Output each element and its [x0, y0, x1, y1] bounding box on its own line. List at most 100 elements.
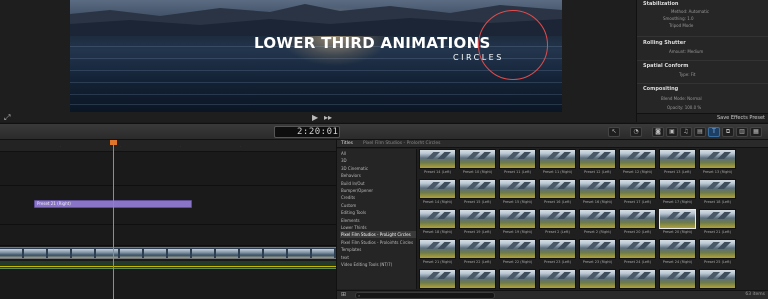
browser-title[interactable]: Titles [341, 141, 353, 146]
timecode-display[interactable]: 2:20:01 [274, 126, 340, 138]
title-tile[interactable]: Preset 16 (Left) [539, 179, 577, 208]
overlay-title: LOWER THIRD ANIMATIONS [254, 34, 491, 52]
category-item[interactable]: Custom [340, 202, 416, 209]
save-effects-preset-label: Save Effects Preset [716, 115, 765, 121]
themes-icon[interactable]: ▦ [750, 127, 762, 137]
camera-icon[interactable]: ◙ [652, 127, 664, 137]
title-tile[interactable]: Preset 15 (Left) [459, 179, 497, 208]
playhead[interactable] [113, 140, 114, 299]
tile-thumbnail [499, 269, 537, 289]
music-icon[interactable]: ♫ [680, 127, 692, 137]
tile-label: Preset 25 (Left) [704, 260, 731, 264]
category-item[interactable]: text [340, 254, 416, 261]
tile-thumbnail [499, 239, 537, 259]
play-button[interactable]: ▶ [312, 113, 318, 122]
title-tile[interactable]: Preset 23 (Left) [539, 239, 577, 268]
tile-label: Preset 21 (Left) [704, 230, 731, 234]
category-item[interactable]: Editing Tools [340, 209, 416, 216]
transitions-icon[interactable]: ⧉ [722, 127, 734, 137]
inspector-row[interactable]: Type: Fit [679, 72, 696, 77]
title-tile[interactable]: Preset 19 (Right) [499, 209, 537, 238]
title-tile[interactable]: Preset 14 (Right) [419, 179, 457, 208]
title-tile[interactable]: Preset 11 (Right) [539, 149, 577, 178]
title-tile[interactable]: Preset 2 (Right) [579, 209, 617, 238]
tile-label: Preset 15 (Right) [502, 200, 533, 204]
title-tile[interactable]: Preset 13 (Right) [699, 149, 737, 178]
tile-label: Preset 16 (Right) [582, 200, 613, 204]
save-effects-preset-button[interactable]: Save Effects Preset [637, 113, 768, 122]
category-item[interactable]: Behaviors [340, 172, 416, 179]
inspector-row[interactable]: Smoothing: 1.0 [663, 16, 694, 21]
title-tile[interactable]: Preset 17 (Left) [619, 179, 657, 208]
sidebar-toggle-icon[interactable]: ⊞ [341, 291, 346, 298]
photo-icon[interactable]: ▣ [666, 127, 678, 137]
title-tile[interactable]: Preset 21 (Right) [419, 239, 457, 268]
category-item[interactable]: Video Editing Tools (NT/7) [340, 261, 416, 268]
title-tile[interactable]: Preset 12 (Left) [579, 149, 617, 178]
title-tile[interactable]: Preset 14 (Left) [419, 149, 457, 178]
tile-label: Preset 14 (Right) [422, 200, 453, 204]
tile-thumbnail [699, 149, 737, 169]
title-tile[interactable]: Preset 21 (Left) [699, 209, 737, 238]
title-tile[interactable]: Preset 17 (Right) [659, 179, 697, 208]
title-tile[interactable]: Preset 10 (Right) [459, 149, 497, 178]
title-tile[interactable]: Preset 20 (Left) [619, 209, 657, 238]
video-clip[interactable] [0, 247, 336, 259]
generator-icon[interactable]: ▤ [694, 127, 706, 137]
title-tile[interactable]: Preset 20 (Right) [659, 209, 697, 238]
video-preview[interactable]: LOWER THIRD ANIMATIONS CIRCLES [70, 0, 562, 112]
title-tile[interactable]: Preset 13 (Left) [659, 149, 697, 178]
inspector-row[interactable]: Blend Mode: Normal [661, 96, 702, 101]
category-item[interactable]: 3D [340, 157, 416, 164]
title-tile[interactable]: Preset 19 (Left) [459, 209, 497, 238]
category-item[interactable]: Pixel Film Studios - Proloirhts Circles [340, 239, 416, 246]
timeline-panel[interactable]: · · · · Preset 21 (Right) [0, 140, 336, 299]
titles-icon[interactable]: T [708, 127, 720, 137]
audio-level-line[interactable] [0, 266, 336, 267]
effects-icon[interactable]: ▥ [736, 127, 748, 137]
inspector-row[interactable]: Tripod Mode [669, 23, 693, 28]
fullscreen-icon[interactable]: ⤢ [4, 113, 10, 123]
retime-icon[interactable]: ◔ [630, 127, 642, 137]
category-item[interactable]: Credits [340, 194, 416, 201]
category-item[interactable]: Bumper/Opener [340, 187, 416, 194]
category-item[interactable]: Templates [340, 246, 416, 253]
viewer-controls: ⤢ ▶ ▸▸ [0, 113, 636, 123]
tile-thumbnail [699, 209, 737, 229]
inspector-section-title: Stabilization [643, 1, 679, 7]
category-item[interactable]: Build In/Out [340, 180, 416, 187]
category-item[interactable]: Lower Thirds [340, 224, 416, 231]
title-tile[interactable]: Preset 22 (Right) [499, 239, 537, 268]
next-frame-icon[interactable]: ▸▸ [324, 113, 332, 122]
audio-waveform[interactable] [0, 261, 336, 269]
inspector-row[interactable]: Method: Automatic [671, 9, 709, 14]
tile-label: Preset 24 (Right) [662, 260, 693, 264]
title-tile[interactable]: Preset 23 (Right) [579, 239, 617, 268]
title-tile[interactable]: Preset 25 (Left) [699, 239, 737, 268]
tile-thumbnail [419, 179, 457, 199]
title-tile[interactable]: Preset 11 (Left) [499, 149, 537, 178]
tile-label: Preset 2 (Right) [583, 230, 612, 234]
title-tile[interactable]: Preset 16 (Right) [579, 179, 617, 208]
category-item[interactable]: 3D Cinematic [340, 165, 416, 172]
inspector-row[interactable]: Amount: Medium [669, 49, 703, 54]
title-tile[interactable]: Preset 24 (Left) [619, 239, 657, 268]
title-tile[interactable]: Preset 24 (Right) [659, 239, 697, 268]
category-item[interactable]: All [340, 150, 416, 157]
select-tool-icon[interactable]: ↖ [608, 127, 620, 137]
title-tile[interactable]: Preset 15 (Right) [499, 179, 537, 208]
category-item[interactable]: Elements [340, 217, 416, 224]
title-tile[interactable]: Preset 12 (Right) [619, 149, 657, 178]
inspector-section-title: Spatial Conform [643, 63, 689, 69]
title-tile[interactable]: Preset 18 (Right) [419, 209, 457, 238]
title-tile[interactable]: Preset 18 (Left) [699, 179, 737, 208]
timeline-ruler[interactable]: · · · · [0, 140, 336, 152]
inspector-row[interactable]: Opacity: 100.0 % [667, 105, 701, 110]
search-input[interactable]: ⌕ [355, 292, 495, 299]
category-item[interactable]: Pixel Film Studios - ProLight Circles [340, 231, 416, 239]
title-clip-label: Preset 21 (Right) [37, 201, 71, 206]
title-tile[interactable]: Preset 22 (Left) [459, 239, 497, 268]
playhead-handle[interactable] [110, 140, 117, 145]
title-tile[interactable]: Preset 2 (Left) [539, 209, 577, 238]
inspector-panel: Stabilization Method: Automatic Smoothin… [636, 0, 768, 122]
